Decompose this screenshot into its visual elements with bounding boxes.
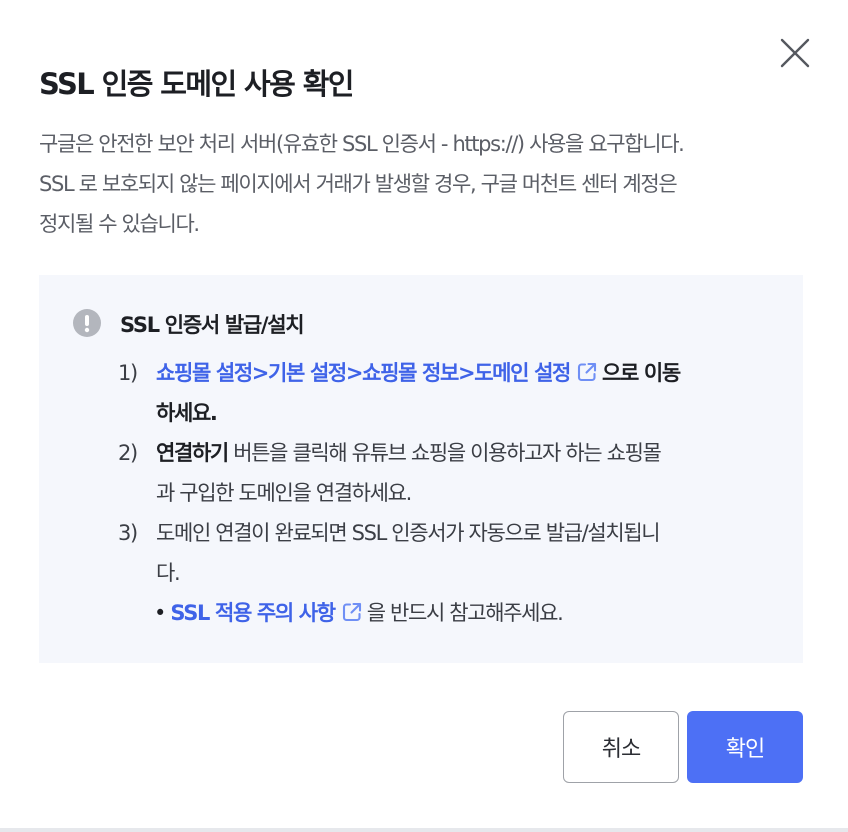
connect-button-name: 연결하기 xyxy=(156,441,229,465)
step-1-text: 으로 이동 xyxy=(602,361,681,385)
step-number: 3) xyxy=(118,521,138,545)
step-3: 3) 도메인 연결이 완료되면 SSL 인증서가 자동으로 발급/설치됩니 다.… xyxy=(118,513,778,633)
ssl-caution-link[interactable]: SSL 적용 주의 사항 xyxy=(170,601,336,625)
step-3-text: 도메인 연결이 완료되면 SSL 인증서가 자동으로 발급/설치됩니 xyxy=(156,521,661,545)
divider xyxy=(0,828,848,832)
confirm-button[interactable]: 확인 xyxy=(687,711,803,783)
description-line: SSL 로 보호되지 않는 페이지에서 거래가 발생할 경우, 구글 머천트 센… xyxy=(39,172,678,196)
ssl-domain-confirm-dialog: SSL 인증 도메인 사용 확인 구글은 안전한 보안 처리 서버(유효한 SS… xyxy=(0,0,848,832)
dialog-description: 구글은 안전한 보안 처리 서버(유효한 SSL 인증서 - https://)… xyxy=(39,124,809,244)
notice-title: SSL 인증서 발급/설치 xyxy=(120,313,305,337)
step-1: 1) 쇼핑몰 설정>기본 설정>쇼핑몰 정보>도메인 설정 으로 이동 하세요. xyxy=(118,353,778,433)
external-link-icon[interactable] xyxy=(341,601,363,623)
step-number: 1) xyxy=(118,361,138,385)
step-1-text-cont: 하세요. xyxy=(156,401,218,425)
bullet-text: 을 반드시 참고해주세요. xyxy=(366,601,564,625)
close-button[interactable] xyxy=(778,36,812,70)
step-2-text: 버튼을 클릭해 유튜브 쇼핑을 이용하고자 하는 쇼핑몰 xyxy=(227,441,662,465)
step-3-text-cont: 다. xyxy=(156,561,181,585)
close-icon xyxy=(780,38,810,68)
step-2-text-cont: 과 구입한 도메인을 연결하세요. xyxy=(156,481,412,505)
shop-domain-settings-link[interactable]: 쇼핑몰 설정>기본 설정>쇼핑몰 정보>도메인 설정 xyxy=(156,361,571,385)
alert-circle-icon xyxy=(73,309,101,337)
step-2: 2) 연결하기 버튼을 클릭해 유튜브 쇼핑을 이용하고자 하는 쇼핑몰 과 구… xyxy=(118,433,778,513)
bullet: • xyxy=(154,601,171,625)
external-link-icon[interactable] xyxy=(576,361,598,383)
description-line: 정지될 수 있습니다. xyxy=(39,212,200,236)
description-line: 구글은 안전한 보안 처리 서버(유효한 SSL 인증서 - https://)… xyxy=(39,132,685,156)
dialog-title: SSL 인증 도메인 사용 확인 xyxy=(39,67,354,101)
cancel-button[interactable]: 취소 xyxy=(563,711,679,783)
notice-box: SSL 인증서 발급/설치 1) 쇼핑몰 설정>기본 설정>쇼핑몰 정보>도메인… xyxy=(39,275,803,663)
step-number: 2) xyxy=(118,441,138,465)
